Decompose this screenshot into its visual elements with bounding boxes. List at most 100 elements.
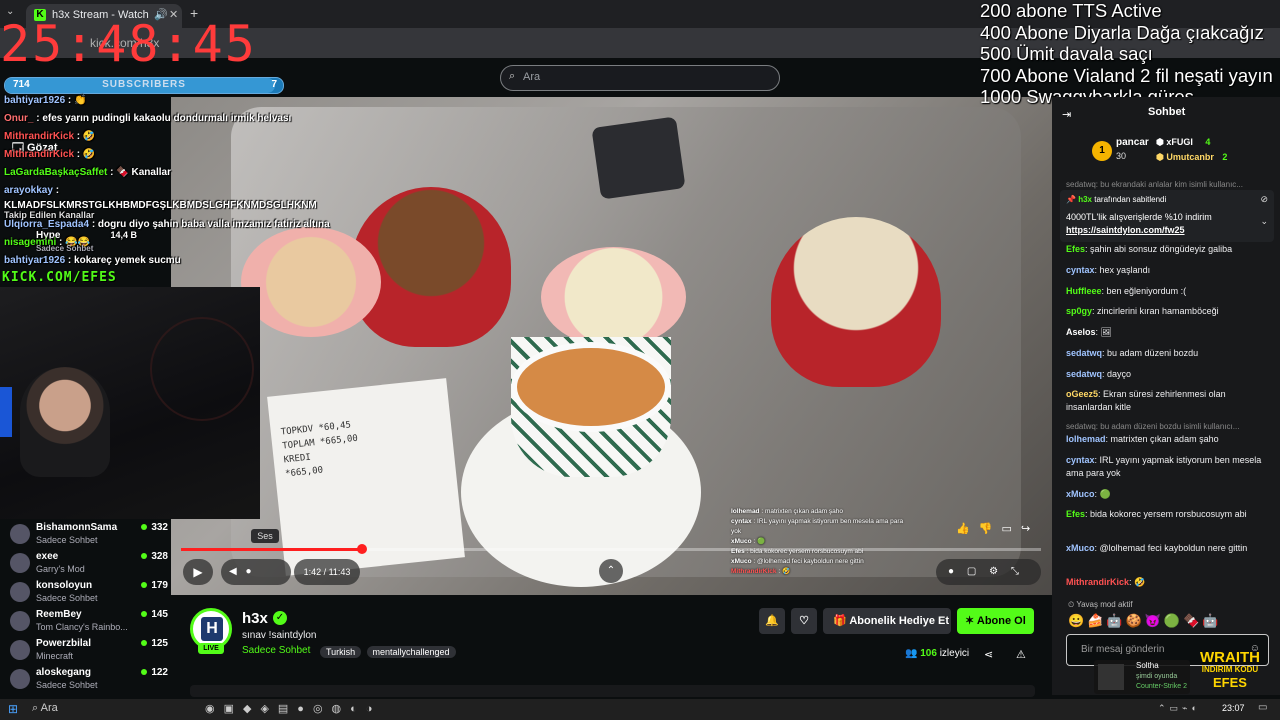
- settings-icon[interactable]: ⚙: [989, 566, 998, 577]
- volume-tooltip: Ses: [251, 529, 279, 543]
- avatar: [10, 669, 30, 689]
- video-player[interactable]: TOPKDV *60,45 TOPLAM *665,00 KREDI *665,…: [171, 97, 1052, 595]
- phone: [591, 116, 686, 200]
- goal-item: 700 Abone Vialand 2 fil neşati yayın: [980, 64, 1273, 86]
- taskbar-apps[interactable]: ◉▣◆◈▤●◎◍◐◑: [205, 702, 381, 715]
- goal-item: 200 abone TTS Active: [980, 0, 1162, 21]
- kick-url-overlay: KICK.COM/EFES: [2, 270, 117, 285]
- share-icon[interactable]: ↪: [1021, 523, 1030, 535]
- pinned-text: 4000TL'lik alışverişlerde %10 indirim: [1066, 212, 1212, 222]
- channel-name[interactable]: h3x: [242, 610, 268, 627]
- taskbar-search[interactable]: ⌕ Ara: [32, 702, 58, 715]
- avatar: [10, 582, 30, 602]
- seek-handle[interactable]: [356, 544, 367, 554]
- stream-tags: Turkish mentallychallenged: [318, 644, 456, 658]
- video-chat-line: cyntax : IRL yayını yapmak istiyorum ben…: [731, 518, 904, 535]
- like-icon[interactable]: 👍: [956, 523, 970, 535]
- notification-bell-button[interactable]: 🔔: [759, 608, 785, 634]
- notifications-icon[interactable]: ▭: [1258, 702, 1267, 713]
- live-badge: LIVE: [198, 643, 224, 654]
- pin-icon: 📌: [1066, 195, 1076, 204]
- viewer-count: 122: [141, 667, 168, 678]
- red-cup-right: [771, 217, 941, 387]
- people-icon: 👥: [905, 648, 918, 659]
- share-channel-icon[interactable]: ⋖: [984, 648, 993, 661]
- sponsor-line: İNDİRİM KODU: [1201, 665, 1259, 674]
- chat-message: sedatwq: bu adam düzeni bozdu: [1066, 348, 1199, 358]
- sidebar-channel[interactable]: BishamonnSama Sadece Sohbet 332: [8, 520, 168, 549]
- dislike-icon[interactable]: 👎: [979, 523, 993, 535]
- h3x-logo-icon: H: [201, 617, 223, 641]
- pinned-link[interactable]: https://saintdylon.com/fw25: [1066, 225, 1185, 235]
- sidebar-channel[interactable]: ReemBey Tom Clancy's Rainbo... 145: [8, 607, 168, 636]
- sponsor-line: WRAITH: [1200, 649, 1260, 666]
- avatar: [10, 640, 30, 660]
- chat-message: oGeez5: Ekran süresi zehirlenmesi olan i…: [1066, 389, 1226, 412]
- report-icon[interactable]: ⚠: [1016, 648, 1026, 661]
- gift-icon: ⬢: [1156, 152, 1164, 162]
- heart-icon: ♡: [799, 615, 809, 627]
- sidebar-channel[interactable]: konsoloyun Sadece Sohbet 179: [8, 578, 168, 607]
- coffee: [511, 342, 671, 432]
- chevron-up-icon[interactable]: ⌃: [599, 559, 623, 583]
- slow-mode-notice: ⏲ Yavaş mod aktif: [1068, 600, 1133, 609]
- pink-bowl-left: [241, 227, 381, 337]
- sidebar-channel[interactable]: Powerzbilal Minecraft 125: [8, 636, 168, 665]
- tag[interactable]: mentallychallenged: [366, 646, 456, 658]
- search-icon: ⌕: [509, 70, 516, 82]
- collapse-chat-icon[interactable]: ⇥: [1062, 108, 1071, 121]
- top-gifter-rank: 1: [1092, 141, 1112, 161]
- avatar: [10, 553, 30, 573]
- subscribe-button[interactable]: ✶ Abone Ol: [957, 608, 1034, 634]
- system-tray-icons[interactable]: ⌃▭⌁◐: [1158, 703, 1201, 714]
- seek-bar[interactable]: [181, 548, 1041, 551]
- gift-icon: ⬢: [1156, 137, 1164, 147]
- verified-icon: ✓: [273, 611, 287, 625]
- top-gifter-name[interactable]: pancar: [1116, 137, 1149, 148]
- volume-slider[interactable]: ●: [245, 566, 251, 577]
- subtitles-icon[interactable]: ▢: [967, 566, 976, 577]
- chat-message: xMuco: 🟢: [1066, 489, 1111, 499]
- viewer-count: 125: [141, 638, 168, 649]
- time-display: 1:42 / 11:43: [294, 559, 360, 585]
- autoplay-icon[interactable]: ●: [948, 566, 954, 577]
- search-icon: ⌕: [32, 702, 39, 714]
- viewer-count: 179: [141, 580, 168, 591]
- notification-status: şimdi oyunda: [1136, 673, 1178, 680]
- stream-category[interactable]: Sadece Sohbet: [242, 645, 310, 656]
- blue-light: [0, 387, 12, 437]
- tag[interactable]: Turkish: [320, 646, 362, 658]
- game-notification: Soltha şimdi oyunda Counter-Strike 2: [1094, 660, 1190, 694]
- clock: 23:07: [1222, 703, 1245, 713]
- video-chat-line: xMuco : @lolhemad feci kayboldun nere gi…: [731, 558, 864, 565]
- sponsor-overlay: WRAITH İNDİRİM KODU EFES: [1190, 650, 1270, 690]
- windows-start-icon[interactable]: ⊞: [8, 702, 18, 716]
- fullscreen-icon[interactable]: ⤡: [1011, 566, 1019, 577]
- hype-category: Sadece Sohbet: [36, 244, 94, 253]
- emote-bar[interactable]: 😀🍰🤖🍪😈🟢🍫🤖: [1068, 613, 1268, 631]
- expand-pinned-icon[interactable]: ⌄: [1260, 216, 1268, 227]
- search-input[interactable]: ⌕ Ara: [500, 65, 780, 91]
- player-right-controls: ● ▢ ⚙ ⤡: [936, 559, 1041, 585]
- sidebar-channel[interactable]: exee Garry's Mod 328: [8, 549, 168, 578]
- volume-icon: ◀: [229, 566, 237, 577]
- volume-control[interactable]: ◀ ●: [221, 559, 291, 585]
- play-button[interactable]: ▶: [183, 559, 213, 585]
- video-chat-line: MithrandirKick : 🤣: [731, 568, 791, 575]
- avatar: [10, 524, 30, 544]
- viewer-count-display: 👥 106 izleyici: [905, 648, 970, 659]
- follow-button[interactable]: ♡: [791, 608, 817, 634]
- video-chat-overlay: lolhemad : matrixten çıkan adam şaho cyn…: [731, 507, 911, 577]
- goal-item: 500 Ümit davala saçı: [980, 43, 1153, 64]
- overlay-chat-line: bahtiyar1926 : kokareç yemek sucmu: [4, 255, 181, 266]
- chat-message: Huffleee: ben eğleniyordum :(: [1066, 286, 1187, 296]
- chat-message: cyntax: IRL yayını yapmak istiyorum ben …: [1066, 455, 1262, 478]
- sidebar-channel[interactable]: aloskegang Sadece Sohbet 122: [8, 665, 168, 694]
- unpin-icon[interactable]: ⊘: [1260, 194, 1268, 205]
- chat-message: Efes: şahin abi sonsuz döngüdeyiz galiba: [1066, 244, 1233, 254]
- gift-sub-button[interactable]: 🎁 Abonelik Hediye Et: [823, 608, 951, 634]
- gifter-row[interactable]: ⬢ Umutcanbr 2: [1156, 152, 1227, 163]
- video-chat-line: lolhemad : matrixten çıkan adam şaho: [731, 508, 844, 515]
- gifter-row[interactable]: ⬢ xFUGI 4: [1156, 137, 1210, 148]
- comment-icon[interactable]: ▭: [1002, 523, 1012, 535]
